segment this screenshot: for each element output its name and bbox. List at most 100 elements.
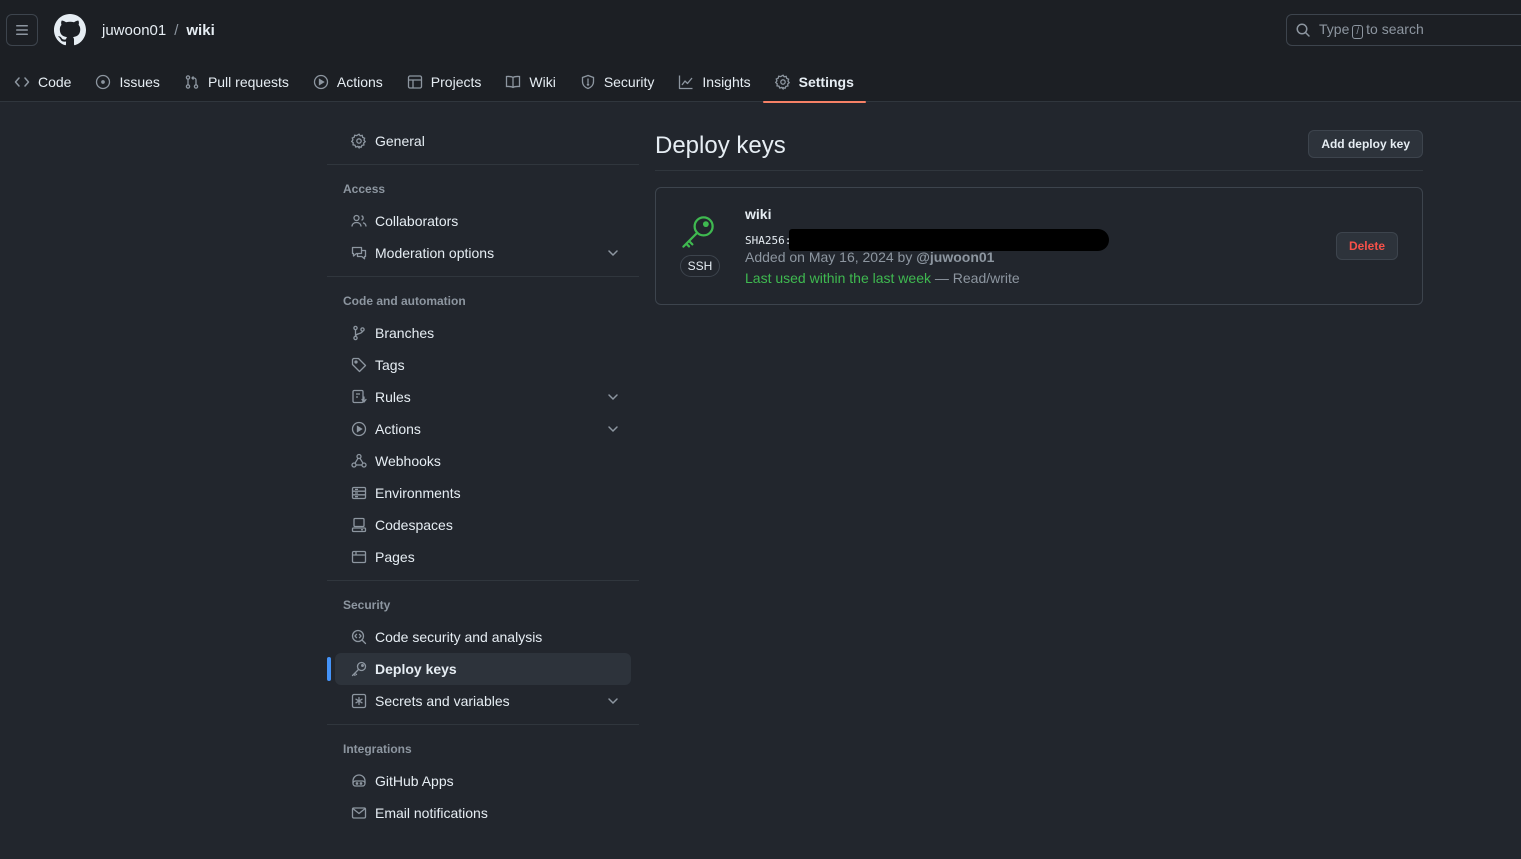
deploy-key-added: Added on May 16, 2024 by @juwoon01 [745,249,994,265]
search-icon [1296,23,1310,37]
sidebar-item-moderation-options[interactable]: Moderation options [335,237,631,269]
redaction-mark [789,229,1110,251]
book-icon [506,75,521,89]
tab-label: Projects [430,74,482,90]
sidebar-item-label: Moderation options [375,245,495,261]
added-text: Added on May 16, 2024 by [745,249,913,265]
codescan-icon [351,629,367,645]
table-icon [407,75,422,89]
menu-button[interactable] [6,14,38,46]
tab-pull-requests[interactable]: Pull requests [172,62,301,102]
asterisk-icon [351,693,367,709]
main-content: Deploy keys Add deploy key SSH wiki SHA2… [655,128,1423,305]
repo-nav: Code Issues Pull requests Actions Projec… [0,62,867,103]
chevron-down-icon[interactable] [605,389,621,405]
sidebar-item-secrets-variables[interactable]: Secrets and variables [335,685,631,717]
sidebar-item-pages[interactable]: Pages [335,541,631,573]
sidebar-item-label: Email notifications [375,805,488,821]
delete-deploy-key-button[interactable]: Delete [1335,232,1398,260]
sidebar-item-general[interactable]: General [335,125,631,157]
search-placeholder-suffix: to search [1366,21,1424,37]
sidebar-item-label: Actions [375,421,421,437]
tab-insights[interactable]: Insights [666,62,762,102]
tab-label: Code [38,74,72,90]
play-icon [351,421,367,437]
sidebar-item-branches[interactable]: Branches [335,317,631,349]
key-icon [351,661,367,677]
tab-label: Actions [336,74,383,90]
deploy-key-fingerprint: SHA256: [745,229,1110,251]
tab-actions[interactable]: Actions [301,62,395,102]
sidebar-item-code-security[interactable]: Code security and analysis [335,621,631,653]
sidebar-item-label: Secrets and variables [375,693,510,709]
added-by-user[interactable]: @juwoon01 [916,249,994,265]
sidebar-item-email-notifications[interactable]: Email notifications [335,797,631,829]
add-deploy-key-button[interactable]: Add deploy key [1308,130,1423,158]
sidebar-item-github-apps[interactable]: GitHub Apps [335,765,631,797]
sidebar-divider [327,164,639,165]
sidebar-item-label: Pages [375,549,415,565]
browser-icon [351,550,367,564]
tab-projects[interactable]: Projects [395,62,494,102]
key-icon [680,214,722,250]
sidebar-item-actions[interactable]: Actions [335,413,631,445]
access-level: — Read/write [934,270,1020,286]
branch-icon [353,325,365,341]
tab-wiki[interactable]: Wiki [493,62,567,102]
sidebar-heading-security: Security [343,598,391,612]
page-header: Deploy keys Add deploy key [655,128,1423,171]
sidebar-item-label: Branches [375,325,435,341]
people-icon [351,214,367,227]
shield-icon [581,74,594,90]
top-header: juwoon01 / wiki Type / to search Code Issu… [0,0,1521,103]
sidebar-item-label: Codespaces [375,517,453,533]
deploy-key-title: wiki [745,206,772,222]
sidebar-item-label: Tags [375,357,405,373]
breadcrumb-owner[interactable]: juwoon01 [102,22,166,39]
chevron-down-icon[interactable] [605,245,621,261]
deploy-key-item: SSH wiki SHA256: Added on May 16, 2024 b… [655,187,1423,305]
chevron-down-icon[interactable] [605,693,621,709]
sidebar-item-label: Environments [375,485,461,501]
sidebar-item-label: Rules [375,389,411,405]
breadcrumb-repo[interactable]: wiki [186,22,214,39]
codespaces-icon [351,517,367,533]
mail-icon [351,807,367,819]
search-placeholder-prefix: Type [1319,21,1350,37]
sidebar-item-collaborators[interactable]: Collaborators [335,205,631,237]
sidebar-item-label: GitHub Apps [375,773,454,789]
comment-icon [351,246,367,260]
github-logo-icon[interactable] [54,14,86,46]
tab-settings[interactable]: Settings [762,62,867,103]
chevron-down-icon[interactable] [605,421,621,437]
sidebar-item-label: Webhooks [375,453,441,469]
sidebar-item-rules[interactable]: Rules [335,381,631,413]
settings-sidebar: General Access Collaborators Moderation … [327,125,639,829]
tab-label: Settings [798,74,854,90]
search-input[interactable]: Type / to search [1286,14,1521,46]
sidebar-item-codespaces[interactable]: Codespaces [335,509,631,541]
tab-code[interactable]: Code [0,62,83,102]
sidebar-divider [327,276,639,277]
sidebar-heading-integrations: Integrations [343,742,412,756]
breadcrumb: juwoon01 / wiki [102,20,215,40]
sidebar-item-label: Collaborators [375,213,459,229]
deploy-key-usage: Last used within the last week — Read/wr… [745,270,1020,286]
fingerprint-prefix: SHA256: [745,233,792,247]
tab-security[interactable]: Security [568,62,667,102]
search-placeholder: Type / to search [1319,21,1424,39]
tab-issues[interactable]: Issues [83,62,171,102]
tab-label: Issues [119,74,160,90]
sidebar-item-tags[interactable]: Tags [335,349,631,381]
page-title: Deploy keys [655,132,786,159]
tab-label: Insights [702,74,751,90]
tab-label: Security [603,74,655,90]
sidebar-item-environments[interactable]: Environments [335,477,631,509]
tab-label: Wiki [529,74,556,90]
sidebar-item-webhooks[interactable]: Webhooks [335,445,631,477]
search-shortcut-key: / [1352,25,1364,39]
sidebar-heading-access: Access [343,182,386,196]
sidebar-item-deploy-keys[interactable]: Deploy keys [327,653,631,685]
sidebar-divider [327,580,639,581]
last-used-text: Last used within the last week [745,270,931,286]
